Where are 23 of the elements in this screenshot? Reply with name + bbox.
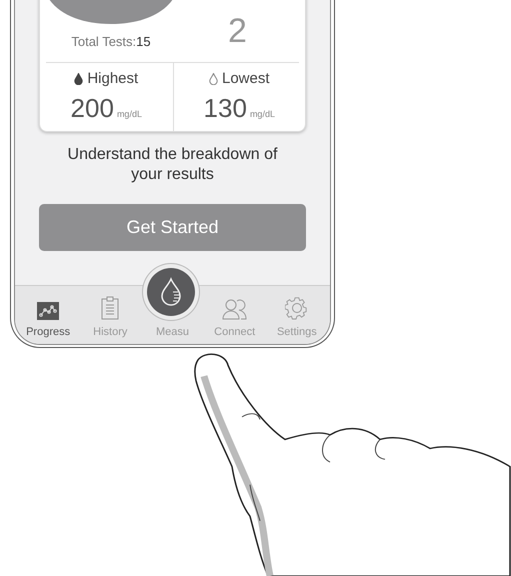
tab[interactable]: Progress (19, 302, 78, 338)
people-icon (222, 298, 248, 320)
get-started-button[interactable]: Get Started (39, 204, 306, 251)
stat-value: 130 (204, 93, 247, 124)
stat-label: Highest (87, 70, 138, 87)
tab[interactable]: Settings (268, 296, 326, 338)
tab[interactable]: Connect (206, 298, 264, 338)
chart-icon (37, 302, 60, 320)
unit-label: mg/dL (250, 109, 275, 119)
unit-label: mg/dL (116, 109, 142, 119)
stat-label: Lowest (222, 70, 270, 87)
drop-icon (160, 277, 182, 307)
total-tests-label: Total Tests:15 (71, 34, 151, 49)
stat-value: 200 (70, 93, 114, 124)
outline-drop-icon (208, 72, 218, 84)
measure-button[interactable] (147, 268, 196, 316)
clipboard-icon (101, 296, 120, 320)
lows-count: 2 (227, 11, 248, 52)
settings-icon (284, 296, 309, 320)
tab[interactable]: History (81, 296, 140, 338)
tab-label[interactable]: Measu (156, 326, 189, 338)
prompt-text: Understand the breakdown of your results (66, 145, 278, 185)
filled-drop-icon (74, 72, 84, 84)
